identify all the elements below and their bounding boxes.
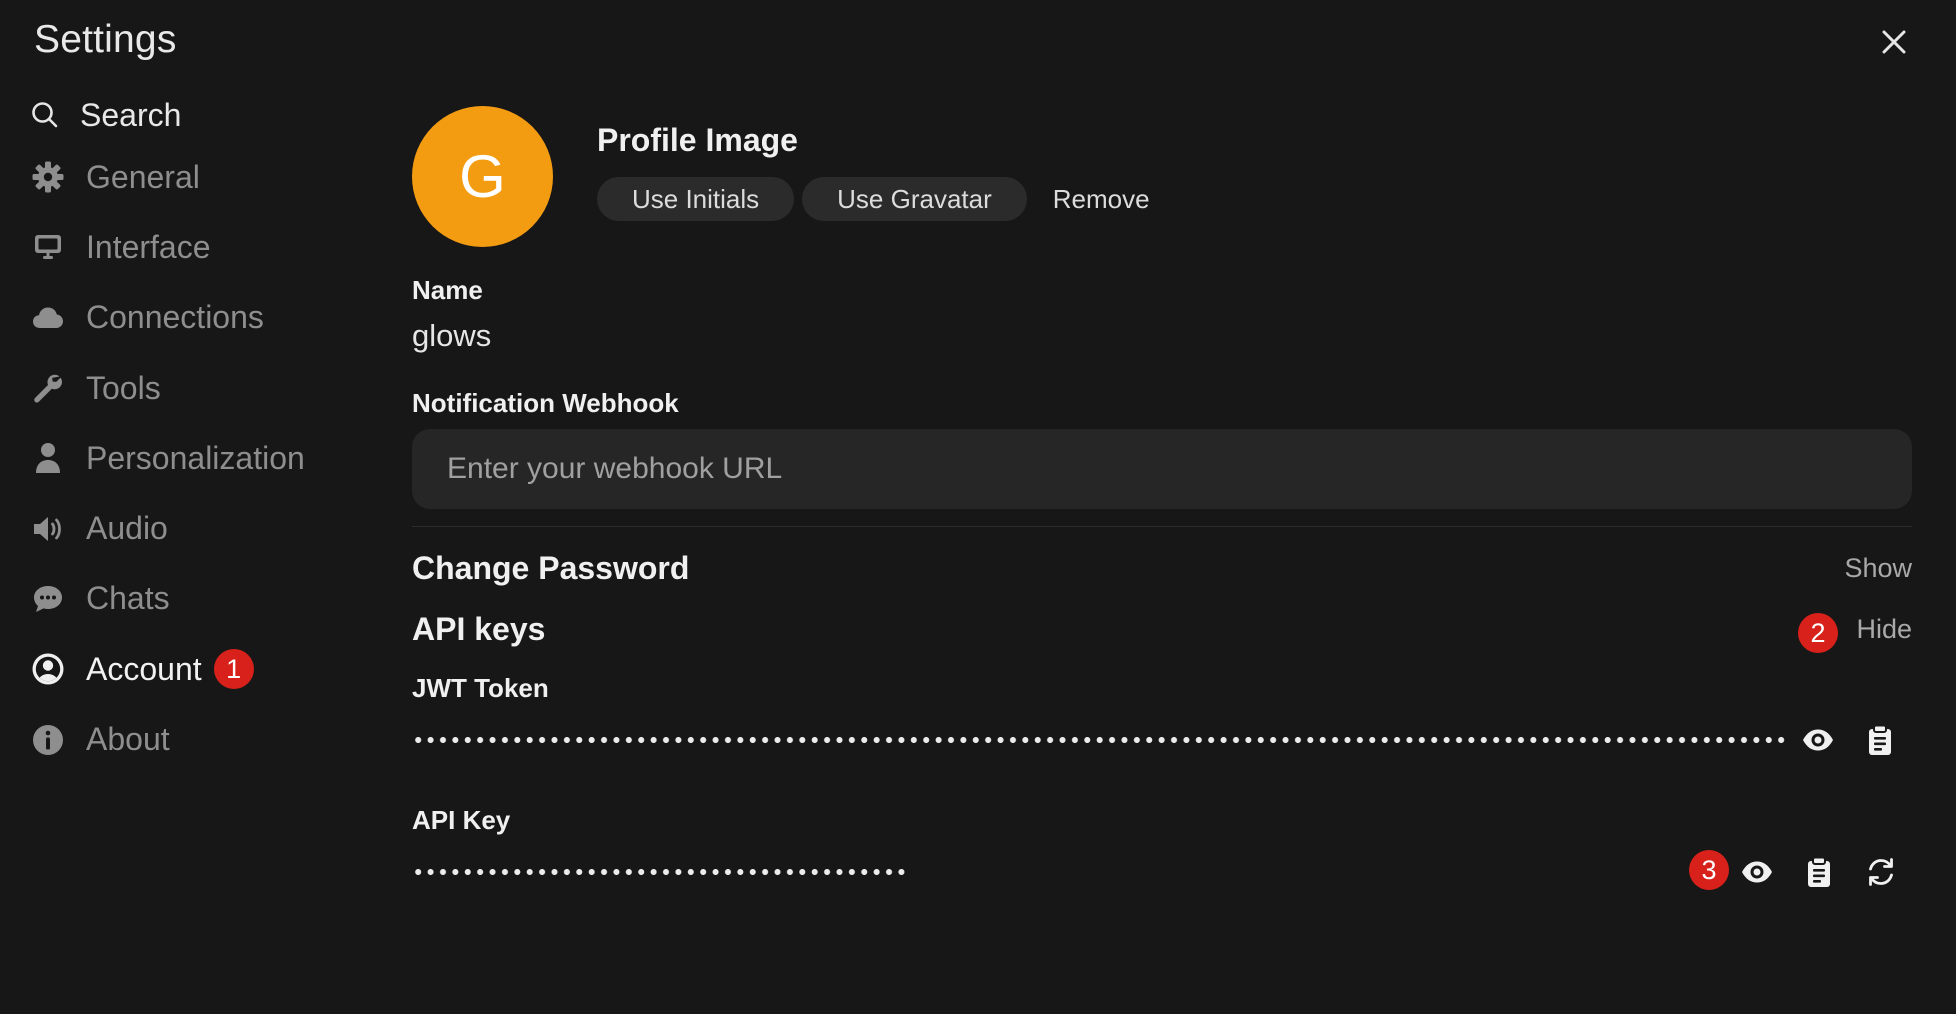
use-gravatar-button[interactable]: Use Gravatar — [802, 177, 1027, 221]
api-keys-badge: 2 — [1798, 613, 1838, 653]
sidebar-item-connections[interactable]: Connections — [28, 283, 358, 353]
api-keys-hide-button[interactable]: Hide — [1856, 614, 1912, 645]
sidebar-item-label: Audio — [86, 510, 168, 547]
sidebar-item-chats[interactable]: Chats — [28, 564, 358, 634]
profile-avatar[interactable]: G — [412, 106, 553, 247]
jwt-token-label: JWT Token — [412, 673, 549, 703]
api-keys-title: API keys — [412, 611, 546, 647]
sidebar-item-interface[interactable]: Interface — [28, 212, 358, 282]
sidebar-item-tools[interactable]: Tools — [28, 353, 358, 423]
refresh-icon — [1869, 858, 1893, 886]
sidebar-item-label: Tools — [86, 369, 161, 406]
jwt-show-button[interactable] — [1796, 718, 1840, 762]
sidebar-item-account[interactable]: Account 1 — [28, 634, 358, 704]
sidebar-item-label: Account — [86, 650, 202, 687]
change-password-title: Change Password — [412, 550, 690, 586]
clipboard-icon — [1869, 724, 1891, 755]
api-key-show-button[interactable] — [1735, 850, 1779, 894]
sidebar-search[interactable]: Search — [28, 88, 358, 142]
wrench-icon — [30, 370, 66, 406]
user-circle-icon — [30, 651, 66, 687]
user-icon — [30, 440, 66, 476]
sidebar-item-personalization[interactable]: Personalization — [28, 423, 358, 493]
api-key-label: API Key — [412, 805, 511, 835]
cloud-icon — [30, 300, 66, 336]
sidebar-item-about[interactable]: About — [28, 704, 358, 774]
monitor-icon — [30, 229, 66, 265]
sidebar-item-label: Connections — [86, 299, 264, 336]
eye-icon — [1742, 861, 1772, 883]
webhook-label: Notification Webhook — [412, 388, 679, 418]
api-key-masked-value — [412, 862, 908, 882]
name-field[interactable]: glows — [412, 318, 491, 354]
clipboard-icon — [1808, 856, 1830, 887]
change-password-show-button[interactable]: Show — [1844, 553, 1912, 584]
sidebar-item-label: About — [86, 721, 170, 758]
account-settings-panel: G Profile Image Use Initials Use Gravata… — [412, 0, 1912, 1014]
settings-title: Settings — [34, 18, 177, 61]
sidebar-item-general[interactable]: General — [28, 142, 358, 212]
sidebar-item-label: Interface — [86, 228, 211, 265]
sidebar-item-label: General — [86, 158, 200, 195]
jwt-copy-button[interactable] — [1858, 718, 1902, 762]
section-divider — [412, 526, 1912, 527]
chat-bubble-icon — [30, 581, 66, 617]
use-initials-button[interactable]: Use Initials — [597, 177, 795, 221]
info-icon — [30, 722, 66, 758]
api-key-copy-button[interactable] — [1797, 850, 1841, 894]
eye-icon — [1803, 729, 1833, 751]
speaker-icon — [30, 511, 66, 547]
account-badge: 1 — [213, 649, 254, 690]
settings-sidebar: Search General Interface Connections Too… — [28, 88, 358, 775]
sidebar-search-label: Search — [80, 96, 182, 133]
sidebar-item-label: Personalization — [86, 439, 305, 476]
api-key-regenerate-button[interactable] — [1859, 850, 1903, 894]
webhook-url-input[interactable] — [412, 429, 1912, 509]
api-key-badge: 3 — [1689, 850, 1729, 890]
profile-image-title: Profile Image — [597, 122, 798, 158]
sidebar-item-audio[interactable]: Audio — [28, 493, 358, 563]
gear-icon — [30, 159, 66, 195]
remove-avatar-button[interactable]: Remove — [1053, 184, 1150, 215]
name-label: Name — [412, 275, 483, 305]
jwt-token-masked-value — [412, 730, 1788, 750]
profile-image-actions: Use Initials Use Gravatar Remove — [597, 177, 1150, 221]
sidebar-item-label: Chats — [86, 580, 170, 617]
search-icon — [32, 102, 58, 128]
